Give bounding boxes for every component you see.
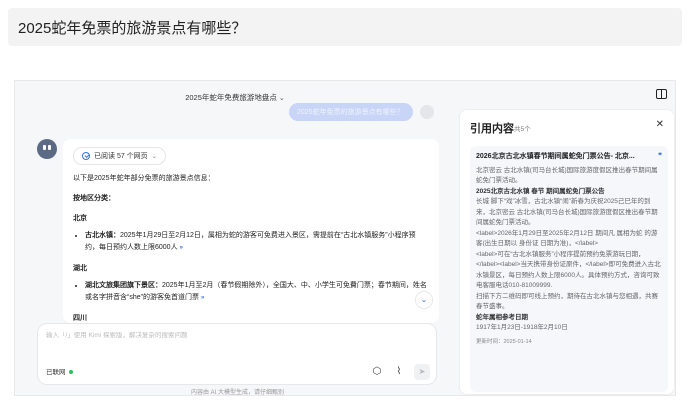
reference-line: 扫描下方二维码即可线上预约，期待在古北水镇与您相遇，共赛春节盛事。 xyxy=(476,292,658,311)
reference-line: 1917年1月23日-1918年2月10日 xyxy=(476,324,568,331)
references-count: 共5个 xyxy=(514,126,531,133)
region-heading-sichuan: 四川 xyxy=(73,315,87,322)
paperclip-icon[interactable]: ⌇ xyxy=(393,366,405,378)
question-title: 2025蛇年免票的旅游景点有哪些？ xyxy=(8,8,682,46)
references-panel: 引用内容 共5个 ✕ 2026北京古北水镇春节期间属蛇免门票公告- 北京... ❞… xyxy=(459,109,675,395)
screenshot-frame: 2025年蛇年免费旅游地盘点 ⌄ 2025蛇年免票的旅游景点有哪些？ 已阅读 57… xyxy=(14,80,676,396)
user-avatar xyxy=(420,105,434,119)
reference-line: <label>2026年1月29日至2025年2月12日 期间凡 属相为蛇 的游… xyxy=(476,229,658,248)
answer-intro: 以下是2025年蛇年部分免票的旅游景点信息： xyxy=(73,175,215,182)
reference-line: 蛇年属相参考日期 xyxy=(476,313,528,321)
region-list-hubei: 湖北文旅集团旗下景区：2025年1月至2月（春节假期除外），全国大、中、小学生可… xyxy=(85,280,429,304)
status-dot xyxy=(68,370,73,375)
chat-input-box: 已联网 ⬡ ⌇ ➤ xyxy=(37,323,437,385)
chevron-down-icon: ⌄ xyxy=(151,153,157,160)
close-icon[interactable]: ✕ xyxy=(656,119,664,130)
citation-marker[interactable]: » xyxy=(180,242,183,254)
user-message-bubble: 2025蛇年免票的旅游景点有哪些？ xyxy=(289,103,413,121)
send-button[interactable]: ➤ xyxy=(414,364,430,380)
list-item: 湖北文旅集团旗下景区：2025年1月至2月（春节假期除外），全国大、中、小学生可… xyxy=(85,280,429,304)
ai-disclaimer: 内容由 AI 大模型生成，请仔细甄别 xyxy=(191,390,285,396)
answer-card: 已阅读 57 个网页 ⌄ 以下是2025年蛇年部分免票的旅游景点信息： 按地区分… xyxy=(63,139,439,323)
citation-marker[interactable]: » xyxy=(201,292,204,304)
references-title: 引用内容 xyxy=(470,123,514,135)
read-pages-chip[interactable]: 已阅读 57 个网页 ⌄ xyxy=(73,147,166,165)
reference-card[interactable]: 2026北京古北水镇春节期间属蛇免门票公告- 北京... ❞ 北京密云 古北水镇(… xyxy=(470,146,668,392)
reference-line: <label>可在“古北水镇服务”小程序提前预约免票游玩日期，</label><… xyxy=(476,250,661,290)
read-pages-label: 已阅读 57 个网页 xyxy=(94,153,148,160)
region-heading-hubei: 湖北 xyxy=(73,265,87,272)
sidebar-toggle-icon[interactable] xyxy=(656,89,667,99)
cube-icon[interactable]: ⬡ xyxy=(371,366,383,378)
chat-input[interactable] xyxy=(46,332,426,339)
online-mode-toggle[interactable]: 已联网 xyxy=(46,366,73,376)
item-title: 古北水镇： xyxy=(85,232,120,239)
online-mode-label: 已联网 xyxy=(46,369,66,376)
scroll-down-button[interactable]: ⌄ xyxy=(415,291,433,309)
reference-card-title: 2026北京古北水镇春节期间属蛇免门票公告- 北京... ❞ xyxy=(476,152,662,163)
quote-icon: ❞ xyxy=(658,153,662,160)
reference-line: 北京密云 古北水镇(司马台长城)国际旅游度假区推出春节期间属蛇免门票活动。 xyxy=(476,166,658,185)
item-title: 湖北文旅集团旗下景区： xyxy=(85,282,162,289)
section-heading: 按地区分类： xyxy=(73,195,115,202)
reference-line: 2025北京古北水镇 春节 期间属蛇免门票公告 xyxy=(476,187,605,195)
reference-title-text: 2026北京古北水镇春节期间属蛇免门票公告- 北京... xyxy=(476,153,635,160)
list-item: 古北水镇：2025年1月29日至2月12日，属相为蛇的游客可免费进入景区，需提前… xyxy=(85,230,429,254)
bot-avatar xyxy=(37,139,57,159)
reference-line: 长城 脚下“戏”冰雪，古北水镇“闹”新春为庆祝2025己巳年的到来，北京密云 古… xyxy=(476,198,658,226)
check-circle-icon xyxy=(82,152,90,160)
chevron-down-icon: ⌄ xyxy=(278,95,285,102)
chat-title: 2025年蛇年免费旅游地盘点 xyxy=(185,93,277,102)
region-list-beijing: 古北水镇：2025年1月29日至2月12日，属相为蛇的游客可免费进入景区，需提前… xyxy=(85,230,429,254)
item-text: 2025年1月29日至2月12日，属相为蛇的游客可免费进入景区，需提前在“古北水… xyxy=(85,232,416,251)
chevrons-down-icon: ⌄ xyxy=(420,295,428,304)
reference-updated: 更新时间：2025-01-14 xyxy=(476,338,532,345)
send-icon: ➤ xyxy=(418,367,426,376)
region-heading-beijing: 北京 xyxy=(73,215,87,222)
